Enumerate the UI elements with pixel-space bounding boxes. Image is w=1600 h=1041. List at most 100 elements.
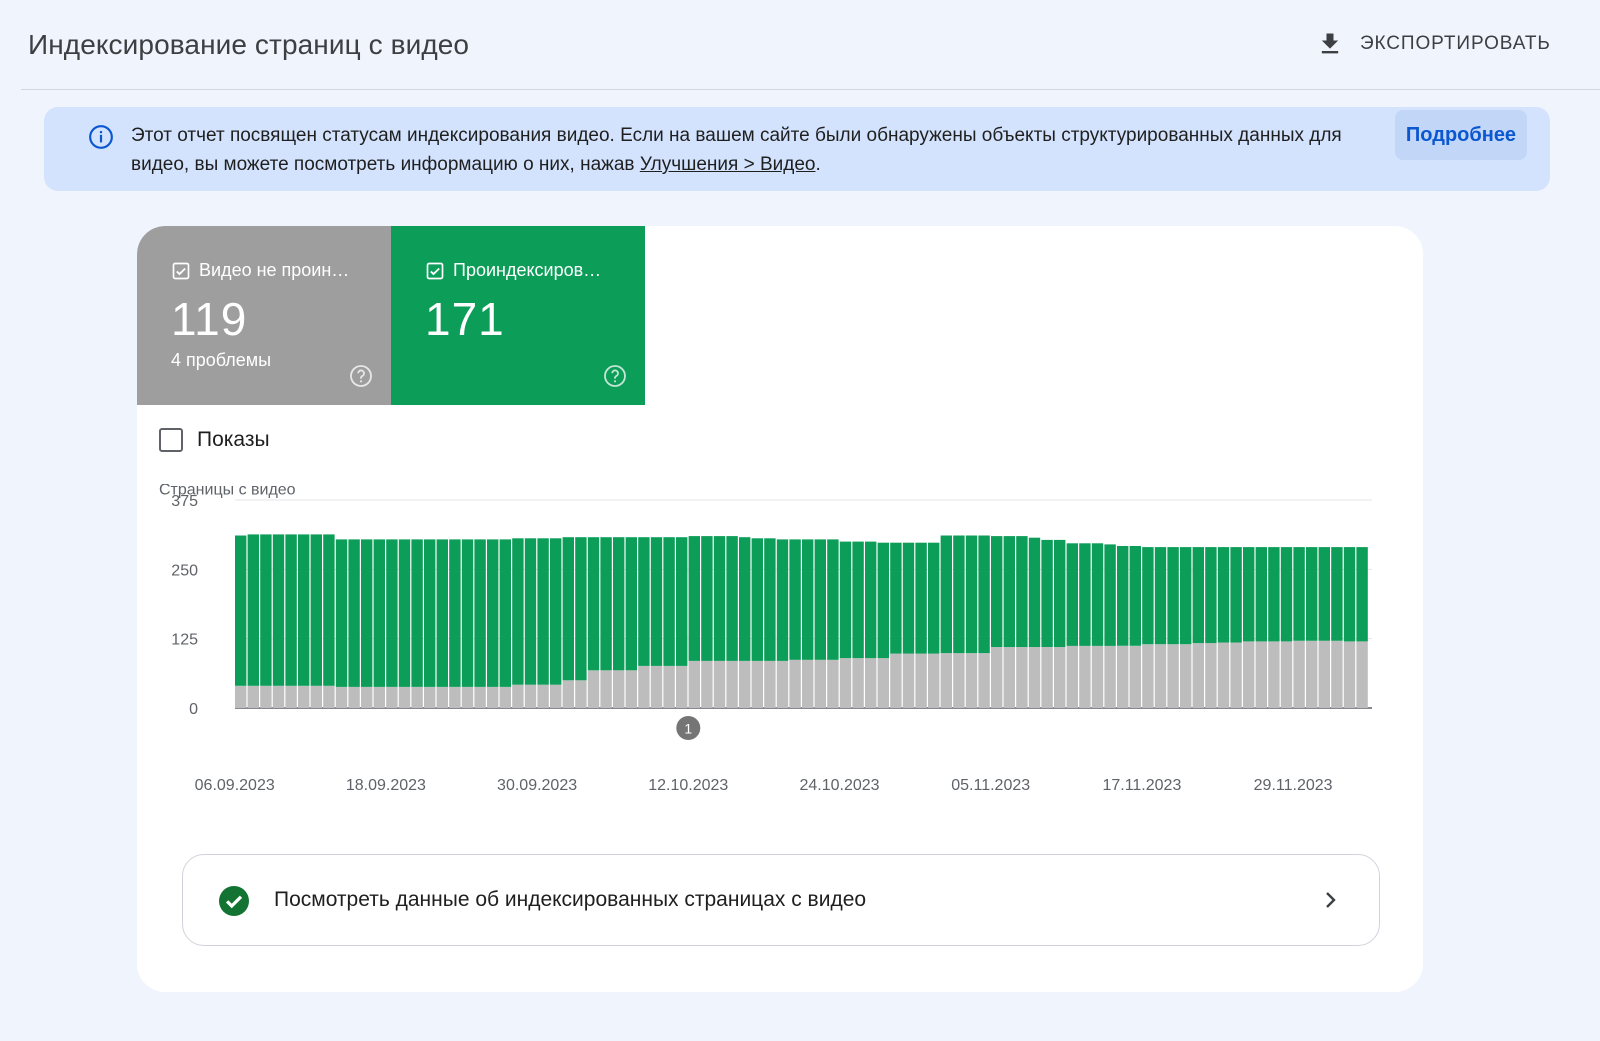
x-tick-label: 30.09.2023	[497, 777, 577, 794]
bar-not-indexed	[814, 659, 826, 708]
bar-not-indexed	[386, 686, 398, 708]
checkbox-checked-icon[interactable]	[425, 261, 445, 281]
help-icon[interactable]	[349, 364, 373, 388]
bar-not-indexed	[890, 653, 902, 708]
tile-indexed-label: Проиндексиров…	[453, 260, 602, 280]
bar-indexed	[398, 539, 411, 687]
bar-not-indexed	[247, 685, 259, 708]
bar-not-indexed	[663, 665, 675, 708]
bar-indexed	[386, 539, 398, 687]
bar-not-indexed	[852, 658, 864, 708]
bar-indexed	[1230, 547, 1242, 643]
checkbox-checked-icon[interactable]	[171, 261, 191, 281]
bar-indexed	[1167, 547, 1179, 645]
bar-indexed	[1306, 547, 1318, 641]
bar-not-indexed	[915, 653, 927, 708]
bar-indexed	[1217, 547, 1230, 643]
tile-not-indexed-label: Видео не проин…	[199, 260, 350, 280]
bar-indexed	[1016, 536, 1028, 647]
bar-not-indexed	[1217, 642, 1230, 708]
bar-indexed	[638, 537, 650, 666]
bar-indexed	[550, 538, 562, 685]
bar-not-indexed	[398, 686, 411, 708]
x-tick-label: 24.10.2023	[799, 777, 879, 794]
bar-not-indexed	[499, 686, 511, 708]
help-icon[interactable]	[603, 364, 627, 388]
bar-indexed	[260, 534, 272, 686]
bar-indexed	[285, 534, 297, 686]
bar-not-indexed	[449, 686, 461, 708]
tile-not-indexed[interactable]: Видео не проин… 119 4 проблемы	[137, 226, 391, 405]
info-icon	[89, 125, 113, 149]
x-tick-label: 06.09.2023	[195, 777, 275, 794]
bar-indexed	[625, 537, 637, 671]
bar-not-indexed	[902, 653, 915, 708]
view-indexed-pages-row[interactable]: Посмотреть данные об индексированных стр…	[182, 854, 1380, 946]
page-title: Индексирование страниц с видео	[28, 29, 470, 60]
bar-not-indexed	[953, 653, 965, 708]
bar-indexed	[902, 542, 915, 654]
bar-indexed	[701, 536, 713, 661]
bar-indexed	[739, 537, 751, 661]
impressions-toggle[interactable]: Показы	[159, 428, 270, 452]
tile-indexed-header: Проиндексиров…	[425, 260, 601, 281]
bar-not-indexed	[1268, 641, 1280, 708]
bar-indexed	[1356, 547, 1368, 642]
bar-not-indexed	[1142, 644, 1154, 708]
bar-indexed	[373, 539, 385, 687]
bar-not-indexed	[1091, 645, 1104, 708]
bar-indexed	[587, 537, 600, 671]
bar-indexed	[424, 539, 436, 687]
bar-indexed	[272, 534, 285, 686]
tile-indexed-value: 171	[425, 293, 505, 345]
bar-not-indexed	[1306, 640, 1318, 708]
bar-not-indexed	[524, 684, 537, 708]
bar-not-indexed	[726, 660, 738, 708]
impressions-checkbox[interactable]	[159, 428, 183, 452]
bar-indexed	[1003, 536, 1015, 647]
bar-not-indexed	[474, 686, 486, 708]
bar-not-indexed	[1205, 643, 1217, 708]
x-tick-label: 18.09.2023	[346, 777, 426, 794]
y-tick-label: 250	[171, 562, 198, 579]
bar-not-indexed	[411, 686, 423, 708]
bar-indexed	[776, 539, 789, 661]
bar-not-indexed	[713, 660, 726, 708]
bar-not-indexed	[1180, 644, 1192, 708]
bar-not-indexed	[537, 684, 549, 708]
bar-indexed	[1205, 547, 1217, 644]
bar-indexed	[575, 537, 587, 681]
bar-not-indexed	[512, 684, 524, 708]
bar-indexed	[1243, 547, 1255, 642]
bar-indexed	[978, 535, 990, 654]
bar-not-indexed	[928, 653, 940, 708]
bar-indexed	[1293, 547, 1305, 641]
bar-not-indexed	[1054, 647, 1066, 708]
bar-not-indexed	[1154, 644, 1167, 708]
x-tick-label: 29.11.2023	[1254, 777, 1333, 794]
info-banner: Этот отчет посвящен статусам индексирова…	[44, 107, 1550, 191]
bar-indexed	[789, 539, 801, 660]
bar-indexed	[1280, 547, 1293, 642]
learn-more-button[interactable]: Подробнее	[1395, 110, 1527, 160]
bar-indexed	[1154, 547, 1167, 645]
x-tick-label: 17.11.2023	[1102, 777, 1181, 794]
bar-not-indexed	[1293, 640, 1305, 708]
enhancements-video-link[interactable]: Улучшения > Видео	[640, 154, 816, 175]
bar-not-indexed	[839, 658, 852, 708]
y-tick-label: 0	[189, 701, 198, 718]
bar-indexed	[1091, 543, 1104, 646]
view-indexed-pages-label: Посмотреть данные об индексированных стр…	[274, 888, 867, 911]
bar-indexed	[726, 536, 738, 661]
bar-not-indexed	[613, 670, 625, 708]
bar-not-indexed	[298, 685, 310, 708]
bar-not-indexed	[424, 686, 436, 708]
bar-indexed	[1343, 547, 1356, 642]
bar-indexed	[852, 541, 864, 659]
bar-indexed	[524, 538, 537, 685]
chevron-right-icon[interactable]	[1318, 888, 1342, 912]
bar-indexed	[499, 539, 511, 687]
tile-indexed[interactable]: Проиндексиров… 171	[391, 226, 645, 405]
export-button[interactable]: ЭКСПОРТИРОВАТЬ	[1316, 24, 1551, 64]
bar-indexed	[562, 537, 574, 681]
